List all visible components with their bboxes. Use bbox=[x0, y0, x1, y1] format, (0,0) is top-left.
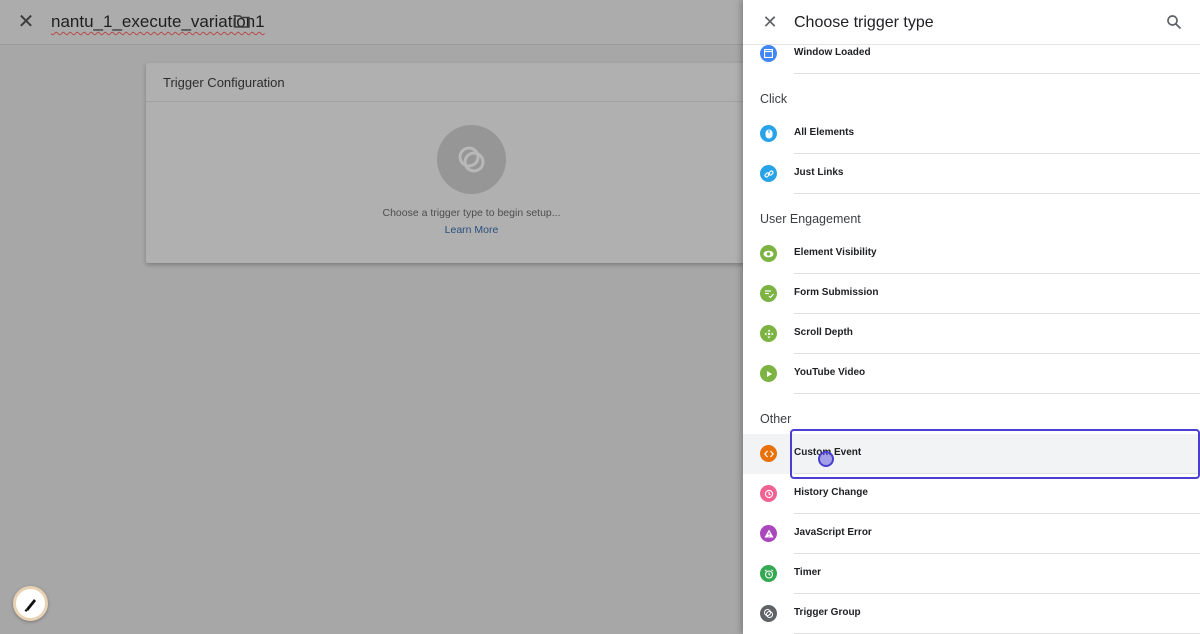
trigger-item-label: History Change bbox=[794, 487, 868, 498]
card-heading: Trigger Configuration bbox=[146, 63, 746, 102]
trigger-item-scroll-depth[interactable]: Scroll Depth bbox=[743, 314, 1200, 354]
section-title-user-engagement: User Engagement bbox=[760, 212, 861, 226]
divider bbox=[794, 393, 1200, 394]
search-icon[interactable] bbox=[1166, 14, 1182, 30]
trigger-item-javascript-error[interactable]: JavaScript Error bbox=[743, 514, 1200, 554]
trigger-configuration-card: Trigger Configuration Choose a trigger t… bbox=[146, 63, 746, 263]
trigger-item-label: Element Visibility bbox=[794, 247, 877, 258]
choose-trigger-panel: ✕ Choose trigger type Window Loaded Clic… bbox=[743, 0, 1200, 634]
assistant-badge[interactable] bbox=[13, 586, 48, 621]
group-icon bbox=[760, 605, 777, 622]
trigger-item-label: Form Submission bbox=[794, 287, 879, 298]
pointer-cursor bbox=[818, 451, 834, 467]
trigger-item-window-loaded[interactable]: Window Loaded bbox=[743, 34, 1200, 74]
trigger-item-youtube-video[interactable]: YouTube Video bbox=[743, 354, 1200, 394]
move-icon bbox=[760, 325, 777, 342]
close-editor-button[interactable]: ✕ bbox=[16, 12, 36, 32]
section-title-click: Click bbox=[760, 92, 788, 106]
trigger-item-timer[interactable]: Timer bbox=[743, 554, 1200, 594]
trigger-item-label: YouTube Video bbox=[794, 367, 866, 378]
trigger-item-label: Timer bbox=[794, 567, 822, 578]
section-title-other: Other bbox=[760, 412, 792, 426]
close-icon: ✕ bbox=[762, 12, 778, 32]
trigger-item-label: All Elements bbox=[794, 127, 855, 138]
trigger-item-all-elements[interactable]: All Elements bbox=[743, 114, 1200, 154]
trigger-item-element-visibility[interactable]: Element Visibility bbox=[743, 234, 1200, 274]
form-icon bbox=[760, 285, 777, 302]
folder-icon[interactable] bbox=[234, 14, 250, 28]
trigger-item-trigger-group[interactable]: Trigger Group bbox=[743, 594, 1200, 634]
trigger-item-label: Window Loaded bbox=[794, 47, 871, 58]
divider bbox=[794, 193, 1200, 194]
trigger-item-just-links[interactable]: Just Links bbox=[743, 154, 1200, 194]
close-panel-button[interactable]: ✕ bbox=[760, 12, 780, 32]
eye-icon bbox=[760, 245, 777, 262]
trigger-item-label: JavaScript Error bbox=[794, 527, 872, 538]
card-body[interactable]: Choose a trigger type to begin setup... … bbox=[146, 102, 746, 262]
tag-name-title[interactable]: nantu_1_execute_variation1 bbox=[51, 12, 265, 32]
warning-icon bbox=[760, 525, 777, 542]
trigger-placeholder-icon[interactable] bbox=[437, 125, 506, 194]
trigger-item-label: Just Links bbox=[794, 167, 844, 178]
play-icon bbox=[760, 365, 777, 382]
link-icon bbox=[760, 165, 777, 182]
mouse-icon bbox=[760, 125, 777, 142]
panel-title: Choose trigger type bbox=[794, 14, 934, 31]
close-icon: ✕ bbox=[17, 11, 35, 33]
code-icon bbox=[760, 445, 777, 462]
divider bbox=[794, 73, 1200, 74]
trigger-item-label: Scroll Depth bbox=[794, 327, 853, 338]
card-hint-text: Choose a trigger type to begin setup... bbox=[382, 207, 561, 219]
learn-more-link[interactable]: Learn More bbox=[146, 224, 746, 236]
alarm-icon bbox=[760, 565, 777, 582]
pen-icon bbox=[24, 598, 36, 612]
history-icon bbox=[760, 485, 777, 502]
window-icon bbox=[760, 45, 777, 62]
trigger-item-history-change[interactable]: History Change bbox=[743, 474, 1200, 514]
trigger-item-form-submission[interactable]: Form Submission bbox=[743, 274, 1200, 314]
focus-highlight bbox=[790, 429, 1200, 479]
trigger-item-label: Trigger Group bbox=[794, 607, 861, 618]
